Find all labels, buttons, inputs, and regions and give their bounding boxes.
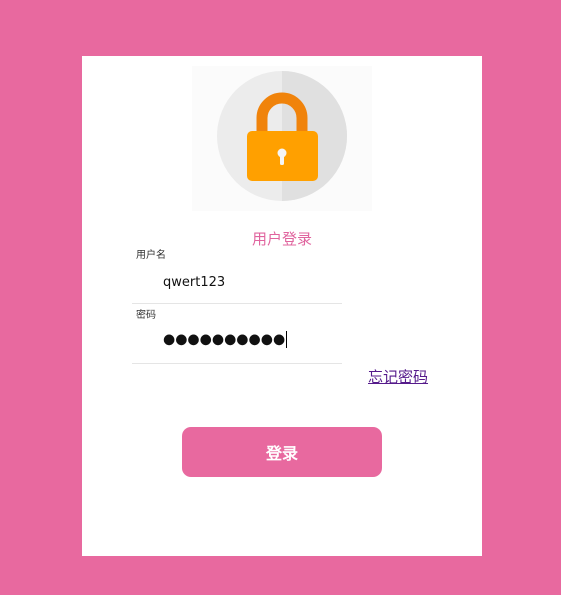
login-button[interactable]: 登录 [182,427,382,477]
password-value: ●●●●●●●●●● [163,331,288,348]
username-label: 用户名 [136,250,166,261]
lock-illustration [192,66,372,211]
username-value: qwert123 [163,275,226,290]
forgot-password-link[interactable]: 忘记密码 [368,366,428,387]
text-caret [286,331,288,348]
login-card: 用户登录 用户名 qwert123 密码 ●●●●●●●●●● 忘记密码 登录 [82,56,482,556]
username-field[interactable]: qwert123 [132,263,342,304]
password-field[interactable]: ●●●●●●●●●● [132,323,342,364]
padlock-icon [217,71,347,201]
password-label: 密码 [136,310,156,321]
